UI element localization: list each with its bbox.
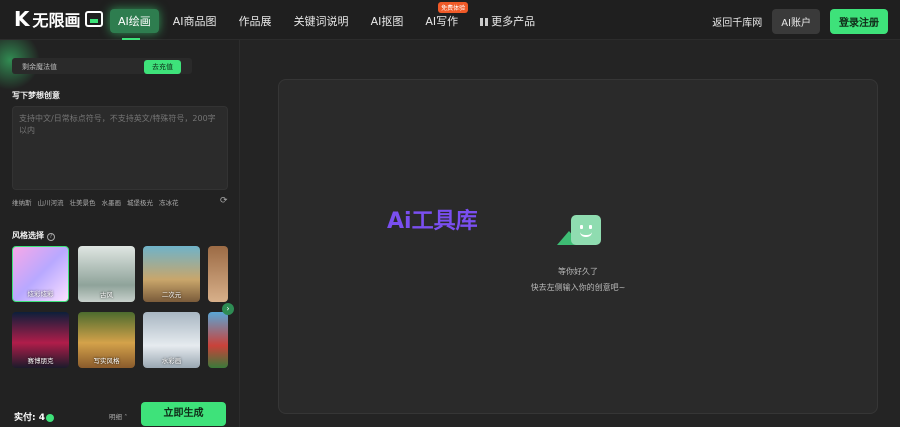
watermark-text: Ai工具库 [387, 209, 478, 234]
waiting-hint: 快去左侧输入你的创意吧~ [530, 283, 626, 292]
nav-gallery[interactable]: 作品展 [231, 9, 280, 33]
account-button[interactable]: AI账户 [772, 9, 820, 34]
logo-box-icon [84, 11, 103, 27]
tag-item[interactable]: 冻冰花 [159, 197, 179, 207]
next-styles-icon[interactable]: › [222, 303, 234, 315]
logo[interactable]: K 无限画 [14, 7, 103, 31]
nav-ai-cutout[interactable]: AI抠图 [363, 9, 412, 33]
waiting-message: 等你好久了 [558, 267, 598, 276]
grid-icon [480, 18, 489, 26]
generate-button[interactable]: 立即生成 [141, 402, 226, 426]
top-bar: K 无限画 AI绘画 AI商品图 作品展 关键词说明 AI抠图 AI写作 免费体验… [0, 0, 900, 40]
nav-more-products[interactable]: 更多产品 [472, 9, 543, 33]
nav-keyword-guide[interactable]: 关键词说明 [286, 9, 357, 33]
watermark: Ai工具库 [387, 203, 478, 235]
style-card-label: 古风 [100, 291, 113, 299]
tag-item[interactable]: 山川河流 [38, 197, 64, 207]
style-card-label: 水彩画 [161, 357, 182, 365]
nav-more-products-label: 更多产品 [491, 15, 536, 28]
detail-label: 明细 [109, 413, 122, 421]
style-card-extra-2[interactable] [208, 312, 228, 368]
tag-item[interactable]: 城堡极光 [127, 197, 153, 207]
help-icon[interactable]: ? [47, 233, 55, 241]
header-actions: 返回千库网 AI账户 登录注册 [712, 9, 888, 34]
style-card-cyberpunk[interactable]: 赛博朋克 [12, 312, 69, 368]
style-card-anime[interactable]: 二次元 [143, 246, 200, 302]
style-title-label: 风格选择 [12, 231, 44, 240]
credits-bar: 剩余魔法值 去充值 [12, 58, 192, 74]
style-card-label: 写实风格 [93, 357, 120, 365]
prompt-tags: 维纳斯 山川河流 壮美景色 水墨画 城堡极光 冻冰花 [12, 197, 179, 207]
bottom-bar: 实付: 4 明细 ˄ 立即生成 [0, 397, 239, 427]
style-title: 风格选择? [12, 230, 55, 241]
nav-ai-writing-label: AI写作 [425, 15, 459, 28]
coin-icon [46, 413, 54, 422]
main-nav: AI绘画 AI商品图 作品展 关键词说明 AI抠图 AI写作 免费体验 更多产品 [110, 2, 543, 33]
style-card-realistic[interactable]: 写实风格 [78, 312, 135, 368]
prompt-input[interactable] [12, 106, 228, 190]
style-card-extra[interactable] [208, 246, 228, 302]
style-card-ancient[interactable]: 古风 [78, 246, 135, 302]
free-trial-badge: 免费体验 [438, 2, 469, 13]
tag-item[interactable]: 壮美景色 [70, 197, 96, 207]
price-label: 实付: 4 [14, 410, 54, 423]
tag-item[interactable]: 维纳斯 [12, 197, 32, 207]
style-card-colorful[interactable]: 炫彩炫彩 [12, 246, 69, 302]
refresh-icon[interactable]: ⟳ [220, 196, 228, 206]
nav-ai-writing[interactable]: AI写作 免费体验 [417, 2, 469, 33]
price-text: 实付: 4 [14, 413, 45, 423]
result-canvas: Ai工具库 等你好久了 快去左侧输入你的创意吧~ [278, 79, 878, 414]
style-card-watercolor[interactable]: 水彩画 [143, 312, 200, 368]
credits-label: 剩余魔法值 [22, 63, 57, 71]
login-button[interactable]: 登录注册 [830, 9, 888, 34]
prompt-title: 写下梦想创意 [12, 91, 60, 100]
detail-link[interactable]: 明细 ˄ [109, 411, 127, 421]
nav-ai-product-image[interactable]: AI商品图 [165, 9, 225, 33]
logo-mark-icon: K [14, 7, 29, 31]
tag-item[interactable]: 水墨画 [102, 197, 122, 207]
chevron-up-icon: ˄ [124, 413, 128, 421]
smiley-icon [557, 215, 601, 249]
nav-ai-painting[interactable]: AI绘画 [110, 9, 159, 33]
logo-text: 无限画 [32, 11, 81, 30]
style-card-label: 赛博朋克 [27, 357, 54, 365]
face-icon [571, 215, 601, 245]
style-card-label: 炫彩炫彩 [27, 290, 54, 298]
sidebar: 剩余魔法值 去充值 写下梦想创意 维纳斯 山川河流 壮美景色 水墨画 城堡极光 … [0, 40, 240, 427]
home-link[interactable]: 返回千库网 [712, 14, 762, 29]
style-grid: 炫彩炫彩 古风 二次元 赛博朋克 写实风格 水彩画 [12, 246, 238, 371]
style-card-label: 二次元 [161, 291, 182, 299]
recharge-button[interactable]: 去充值 [144, 60, 181, 74]
